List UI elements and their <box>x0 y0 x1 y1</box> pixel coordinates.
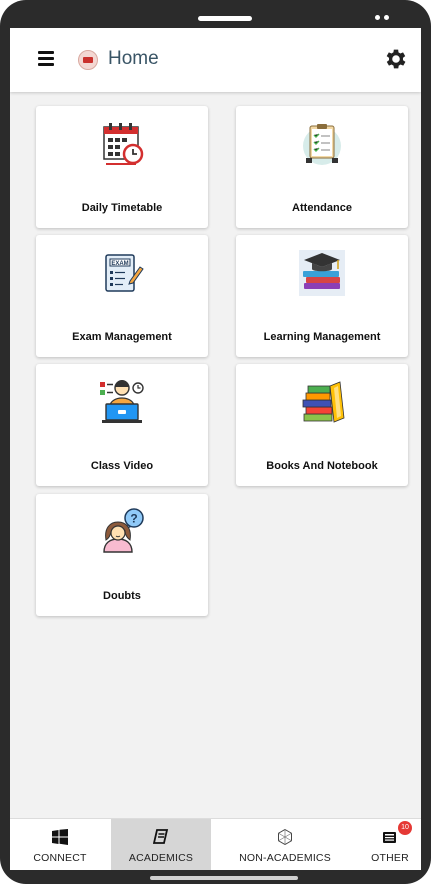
card-attendance[interactable]: Attendance <box>236 106 408 228</box>
timetable-calendar-icon <box>103 123 144 165</box>
card-label: Daily Timetable <box>81 202 163 214</box>
bottom-navigation: CONNECT ACADEMICS NON-ACADEMICS 10 OTHER <box>10 818 421 870</box>
tab-label: OTHER <box>371 852 409 864</box>
school-logo-icon <box>78 50 98 70</box>
card-doubts[interactable]: ? Doubts <box>36 494 208 616</box>
news-icon <box>383 832 396 843</box>
tab-label: NON-ACADEMICS <box>239 852 331 864</box>
app-screen: Home Daily Timetable Attendance EXAM Exa… <box>10 28 421 870</box>
phone-frame: Home Daily Timetable Attendance EXAM Exa… <box>0 0 431 884</box>
gear-icon[interactable] <box>383 46 409 72</box>
tab-label: ACADEMICS <box>128 852 194 864</box>
tab-academics[interactable]: ACADEMICS <box>111 819 211 870</box>
tab-non-academics[interactable]: NON-ACADEMICS <box>211 819 359 870</box>
card-label: Exam Management <box>72 331 172 343</box>
tab-connect[interactable]: CONNECT <box>10 819 110 870</box>
card-daily-timetable[interactable]: Daily Timetable <box>36 106 208 228</box>
notification-badge: 10 <box>398 821 412 835</box>
home-indicator <box>150 876 298 880</box>
camera-dots <box>375 15 389 20</box>
card-learning-management[interactable]: Learning Management <box>236 235 408 357</box>
windows-grid-icon <box>52 829 68 845</box>
polygon-icon <box>278 829 292 845</box>
card-label: Attendance <box>292 202 352 214</box>
exam-paper-icon: EXAM <box>105 254 144 292</box>
video-class-laptop-icon <box>100 380 144 423</box>
books-stack-icon <box>302 381 345 423</box>
page-title: Home <box>108 48 159 69</box>
app-bar: Home <box>10 28 421 92</box>
card-label: Learning Management <box>263 331 381 343</box>
books-graduation-cap-icon <box>299 250 345 296</box>
card-exam-management[interactable]: EXAM Exam Management <box>36 235 208 357</box>
speaker-notch <box>198 16 252 21</box>
tab-label: CONNECT <box>33 852 87 864</box>
question-person-icon: ? <box>103 508 144 553</box>
card-class-video[interactable]: Class Video <box>36 364 208 486</box>
card-books-and-notebook[interactable]: Books And Notebook <box>236 364 408 486</box>
card-label: Class Video <box>90 460 154 472</box>
attendance-clipboard-icon <box>303 124 341 165</box>
svg-text:EXAM: EXAM <box>111 261 128 267</box>
svg-text:?: ? <box>130 512 137 526</box>
hamburger-menu-icon[interactable] <box>38 51 54 66</box>
book-icon <box>153 829 169 844</box>
tab-other[interactable]: 10 OTHER <box>359 819 421 870</box>
card-label: Books And Notebook <box>266 460 378 472</box>
card-label: Doubts <box>103 590 141 602</box>
